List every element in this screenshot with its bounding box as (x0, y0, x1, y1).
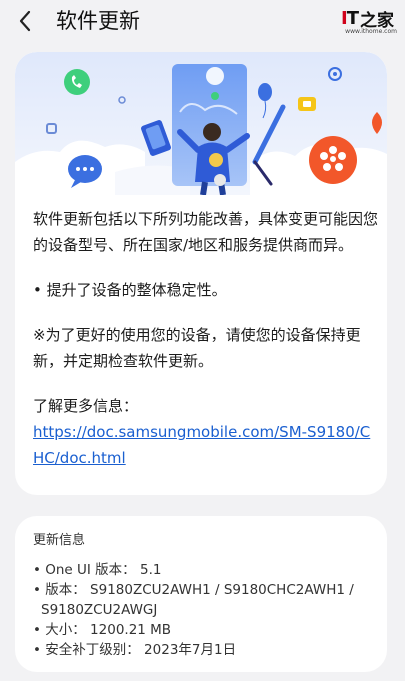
watermark-logo: IT 之家 (341, 7, 394, 31)
update-description: 软件更新包括以下所列功能改善，具体变更可能因您的设备型号、所在国家/地区和服务提… (33, 206, 378, 471)
security-patch-level: • 安全补丁级别： 2023年7月1日 (33, 642, 237, 658)
back-button[interactable] (12, 6, 38, 36)
software-update-illustration (15, 52, 387, 195)
info-list: • One UI 版本： 5.1 • 版本： S9180ZCU2AWH1 / S… (33, 560, 373, 660)
one-ui-version: • One UI 版本： 5.1 (33, 562, 162, 578)
build-version: • 版本： S9180ZCU2AWH1 / S9180CHC2AWH1 / (33, 582, 354, 598)
build-version-cont: S9180ZCU2AWGJ (41, 602, 158, 618)
phone-icon (64, 69, 90, 95)
update-info-card: 更新信息 • One UI 版本： 5.1 • 版本： S9180ZCU2AWH… (15, 516, 387, 672)
stability-note: • 提升了设备的整体稳定性。 (33, 281, 227, 299)
more-info-label: 了解更多信息： (33, 397, 139, 415)
page-title: 软件更新 (56, 9, 140, 33)
release-notes-link[interactable]: https://doc.samsungmobile.com/SM-S9180/C… (33, 419, 378, 471)
update-details-card: 软件更新包括以下所列功能改善，具体变更可能因您的设备型号、所在国家/地区和服务提… (15, 52, 387, 495)
description-paragraph: 软件更新包括以下所列功能改善，具体变更可能因您的设备型号、所在国家/地区和服务提… (33, 210, 379, 254)
flower-icon (309, 136, 357, 184)
top-app-bar: 软件更新 IT 之家 www.ithome.com (0, 0, 405, 44)
watermark-url: www.ithome.com (345, 28, 397, 35)
back-arrow-icon (19, 10, 31, 32)
info-title: 更新信息 (33, 533, 86, 548)
update-reminder: ※为了更好的使用您的设备，请使您的设备保持更新，并定期检查软件更新。 (33, 326, 361, 370)
update-size: • 大小： 1200.21 MB (33, 622, 172, 638)
watermark: IT 之家 www.ithome.com (341, 6, 397, 40)
